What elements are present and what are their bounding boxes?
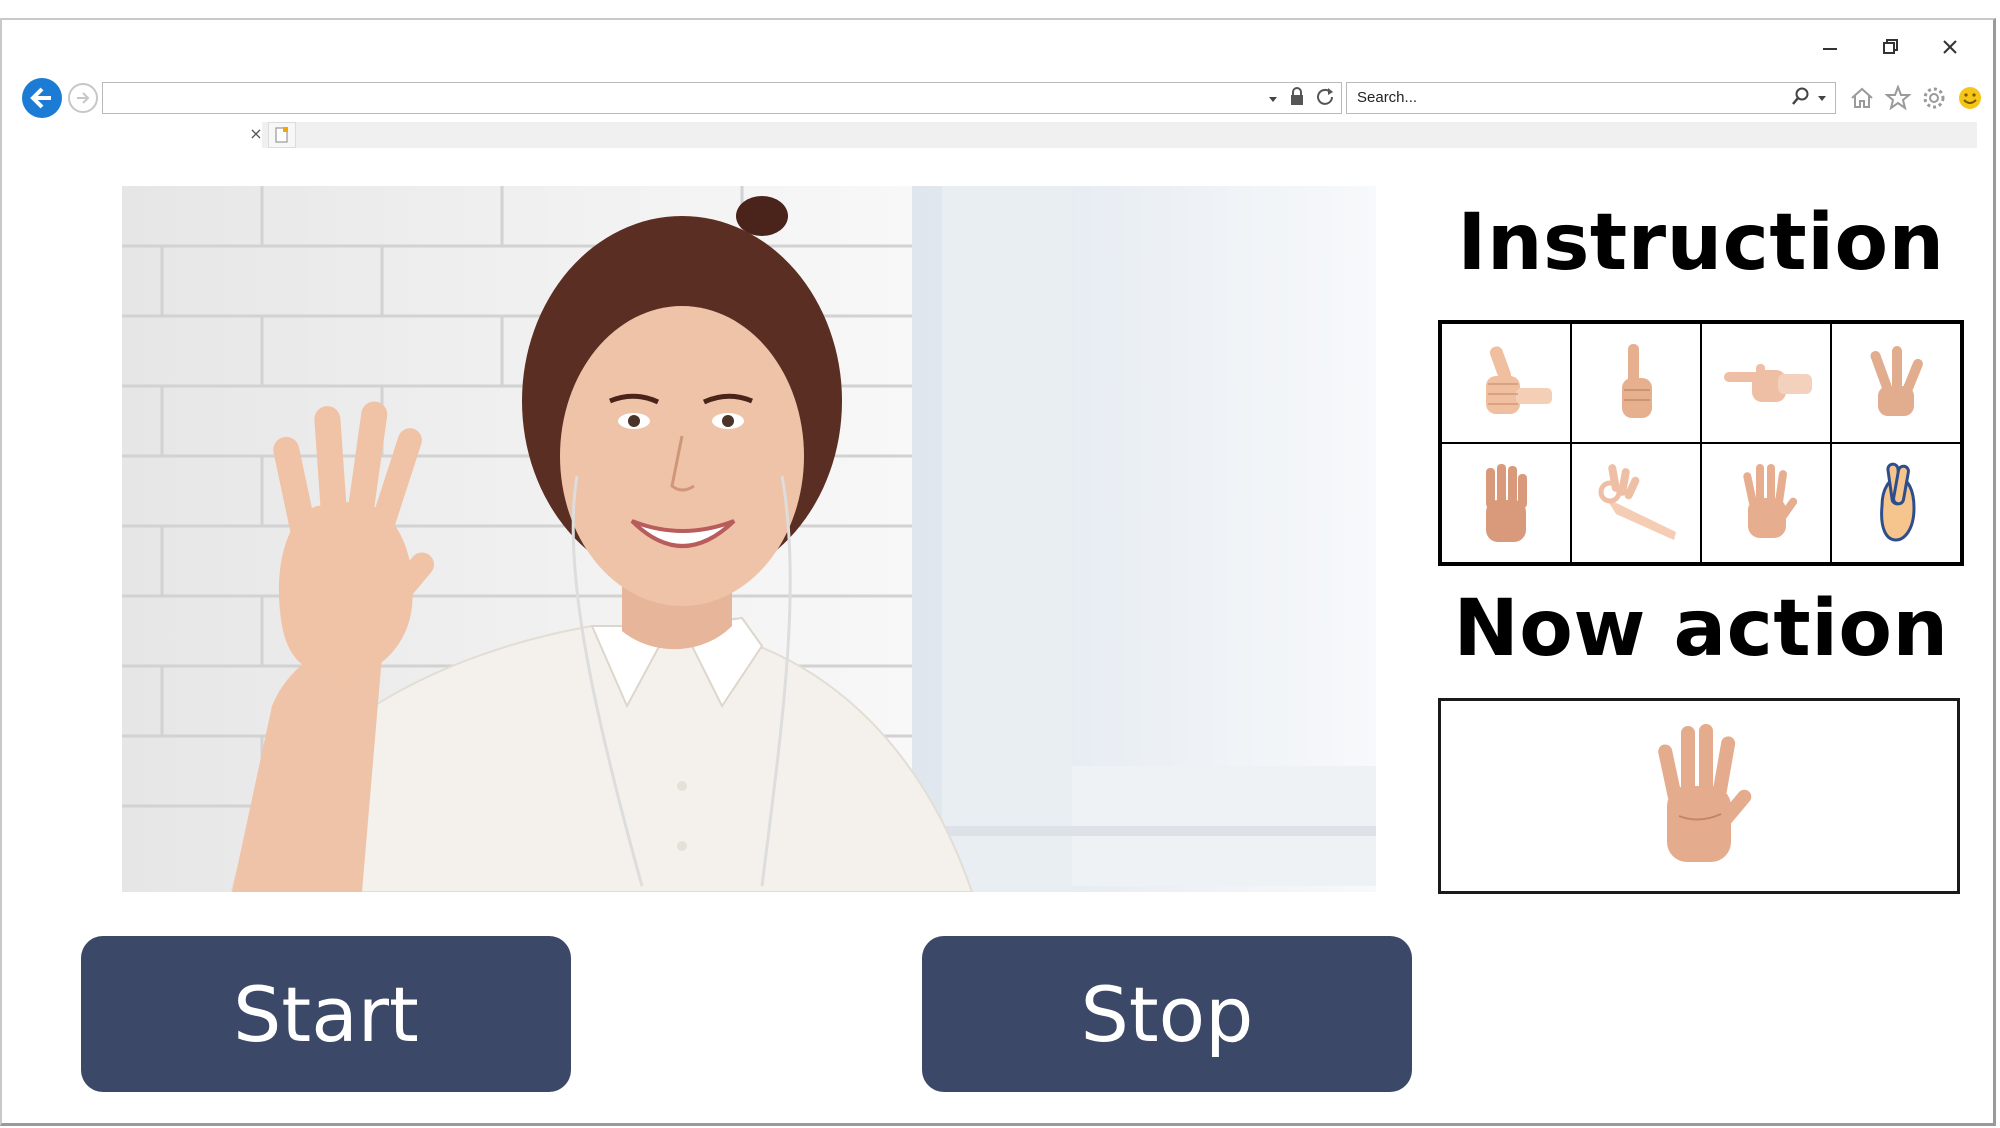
gesture-pointing-cell bbox=[1701, 323, 1831, 443]
search-input[interactable] bbox=[1355, 88, 1759, 107]
tab-close-button[interactable]: × bbox=[246, 124, 266, 144]
search-dropdown-icon[interactable] bbox=[1817, 90, 1827, 107]
open-hand-icon bbox=[1743, 464, 1798, 538]
close-icon[interactable] bbox=[1937, 34, 1963, 60]
ok-sign-icon bbox=[1598, 464, 1676, 540]
forward-button[interactable] bbox=[68, 83, 98, 113]
instruction-gesture-grid bbox=[1438, 320, 1964, 566]
gesture-four-fingers-cell bbox=[1441, 443, 1571, 563]
gesture-thumbs-up-cell bbox=[1441, 323, 1571, 443]
four-fingers-icon bbox=[1486, 464, 1527, 542]
refresh-icon[interactable] bbox=[1315, 86, 1335, 110]
three-fingers-icon bbox=[1870, 346, 1923, 416]
home-icon[interactable] bbox=[1848, 84, 1876, 112]
search-box[interactable] bbox=[1346, 82, 1836, 114]
camera-feed bbox=[122, 186, 1376, 892]
restore-icon[interactable] bbox=[1877, 34, 1903, 60]
now-action-title: Now action bbox=[1453, 584, 1949, 674]
new-tab-button[interactable] bbox=[268, 122, 296, 148]
gesture-three-fingers-cell bbox=[1831, 323, 1961, 443]
back-button[interactable] bbox=[22, 78, 62, 118]
favorites-star-icon[interactable] bbox=[1884, 84, 1912, 112]
new-tab-icon bbox=[275, 127, 288, 143]
tab-strip-background bbox=[262, 122, 1977, 148]
gesture-crossed-fingers-cell bbox=[1831, 443, 1961, 563]
minimize-icon[interactable] bbox=[1817, 34, 1843, 60]
smiley-feedback-icon[interactable] bbox=[1956, 84, 1984, 112]
crossed-fingers-icon bbox=[1880, 462, 1916, 542]
dropdown-arrow-icon[interactable] bbox=[1267, 89, 1279, 108]
index-finger-up-icon bbox=[1622, 344, 1652, 418]
toolbar-icons bbox=[1848, 84, 1984, 112]
pointing-finger-icon bbox=[1724, 364, 1812, 402]
gesture-open-hand-cell bbox=[1701, 443, 1831, 563]
thumbs-up-icon bbox=[1486, 346, 1552, 414]
gesture-ok-sign-cell bbox=[1571, 443, 1701, 563]
camera-frame-image bbox=[122, 186, 1376, 892]
forward-arrow-icon bbox=[77, 92, 90, 104]
now-action-display bbox=[1438, 698, 1960, 894]
instruction-title: Instruction bbox=[1457, 198, 1945, 288]
open-hand-icon bbox=[1658, 724, 1752, 862]
gear-icon[interactable] bbox=[1920, 84, 1948, 112]
window-controls bbox=[1817, 34, 1963, 60]
start-button[interactable]: Start bbox=[81, 936, 571, 1092]
gesture-index-finger-cell bbox=[1571, 323, 1701, 443]
search-icon[interactable] bbox=[1791, 86, 1811, 110]
address-bar[interactable] bbox=[102, 82, 1342, 114]
lock-icon[interactable] bbox=[1289, 86, 1305, 110]
tab-strip bbox=[2, 120, 1977, 150]
back-arrow-icon bbox=[30, 87, 51, 109]
stop-button[interactable]: Stop bbox=[922, 936, 1412, 1092]
